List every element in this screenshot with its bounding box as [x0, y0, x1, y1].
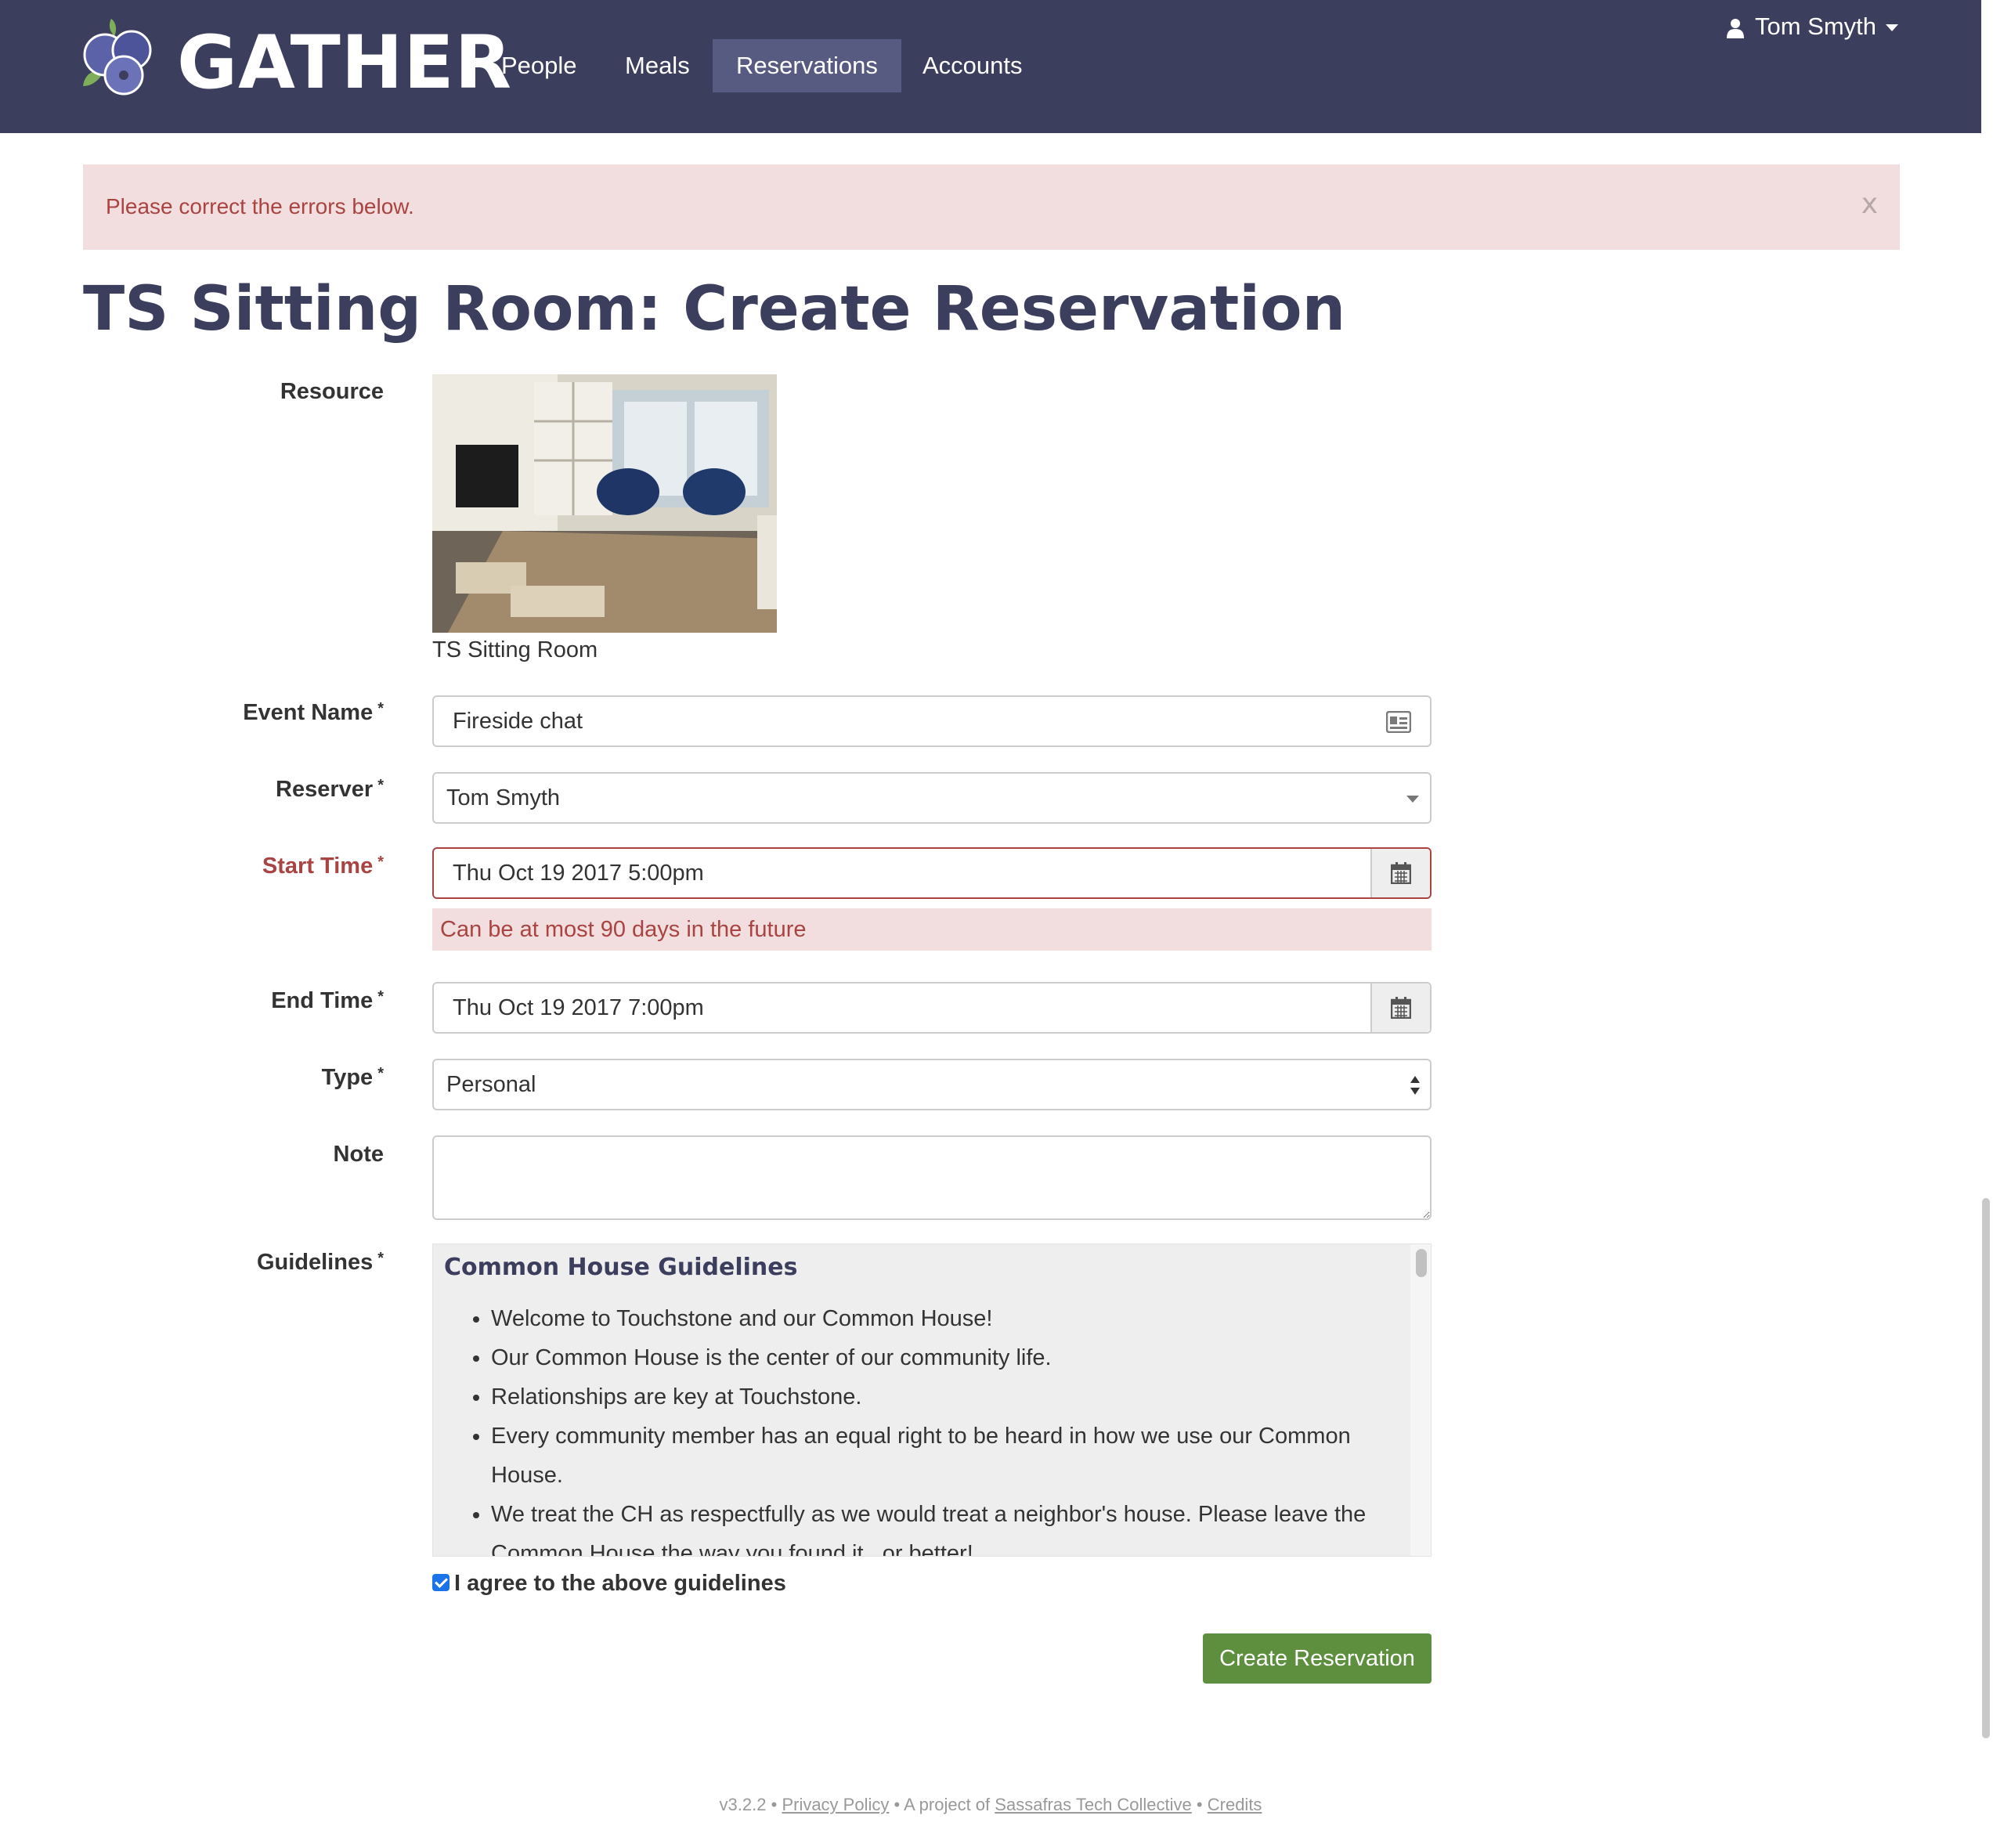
- guidelines-label: Guidelines *: [256, 1250, 384, 1275]
- note-textarea[interactable]: [432, 1135, 1432, 1220]
- user-name: Tom Smyth: [1755, 13, 1877, 40]
- list-item: Our Common House is the center of our co…: [491, 1338, 1415, 1377]
- alert-message: Please correct the errors below.: [106, 194, 414, 218]
- footer: v3.2.2 • Privacy Policy • A project of S…: [719, 1795, 1262, 1814]
- list-item: Relationships are key at Touchstone.: [491, 1377, 1415, 1417]
- nav-meals[interactable]: Meals: [601, 39, 713, 92]
- guidelines-box[interactable]: Common House Guidelines Welcome to Touch…: [432, 1243, 1432, 1557]
- project-prefix: A project of: [904, 1795, 991, 1814]
- end-time-input[interactable]: Thu Oct 19 2017 7:00pm: [432, 982, 1432, 1034]
- guidelines-list: Welcome to Touchstone and our Common Hou…: [444, 1299, 1415, 1556]
- page-scrollbar[interactable]: [1982, 1198, 1990, 1738]
- end-time-calendar-button[interactable]: [1370, 984, 1430, 1032]
- start-time-input[interactable]: Thu Oct 19 2017 5:00pm: [432, 847, 1432, 899]
- create-reservation-button[interactable]: Create Reservation: [1203, 1633, 1432, 1684]
- guidelines-scrollbar[interactable]: [1410, 1244, 1431, 1556]
- reserver-select[interactable]: Tom Smyth: [432, 772, 1432, 824]
- agree-checkbox-row[interactable]: I agree to the above guidelines: [432, 1569, 786, 1597]
- close-icon[interactable]: x: [1861, 188, 1878, 220]
- resource-caption: TS Sitting Room: [432, 637, 598, 662]
- resource-label: Resource: [280, 379, 384, 404]
- privacy-policy-link[interactable]: Privacy Policy: [782, 1795, 889, 1814]
- list-item: Every community member has an equal righ…: [491, 1417, 1415, 1495]
- nav-reservations[interactable]: Reservations: [713, 39, 901, 92]
- start-time-calendar-button[interactable]: [1370, 849, 1430, 897]
- user-icon: [1727, 18, 1744, 38]
- user-menu[interactable]: Tom Smyth: [1727, 8, 1899, 45]
- start-time-error: Can be at most 90 days in the future: [432, 908, 1432, 951]
- brand-name[interactable]: GATHER: [177, 20, 512, 106]
- calendar-icon: [1391, 862, 1411, 884]
- chevron-down-icon: [1886, 24, 1899, 32]
- agree-label: I agree to the above guidelines: [454, 1571, 786, 1596]
- id-card-icon: [1386, 711, 1411, 733]
- guidelines-scroll-thumb[interactable]: [1416, 1249, 1427, 1277]
- list-item: Welcome to Touchstone and our Common Hou…: [491, 1299, 1415, 1338]
- credits-link[interactable]: Credits: [1208, 1795, 1262, 1814]
- page-title: TS Sitting Room: Create Reservation: [83, 274, 1346, 345]
- version: v3.2.2: [719, 1795, 767, 1814]
- nav-people[interactable]: People: [478, 39, 601, 92]
- note-label: Note: [333, 1142, 384, 1167]
- start-time-label: Start Time *: [262, 854, 384, 879]
- blueberry-logo-icon[interactable]: [81, 14, 169, 102]
- type-label: Type *: [321, 1065, 384, 1090]
- end-time-label: End Time *: [271, 988, 384, 1013]
- type-select[interactable]: Personal: [432, 1059, 1432, 1110]
- event-name-input[interactable]: Fireside chat: [432, 695, 1432, 747]
- list-item: We treat the CH as respectfully as we wo…: [491, 1495, 1415, 1556]
- reserver-label: Reserver *: [276, 777, 384, 802]
- chevron-down-icon: [1406, 796, 1419, 803]
- agree-checkbox[interactable]: [432, 1574, 450, 1592]
- calendar-icon: [1391, 997, 1411, 1019]
- error-alert: Please correct the errors below. x: [83, 164, 1900, 250]
- resource-photo: [432, 374, 777, 633]
- sassafras-link[interactable]: Sassafras Tech Collective: [995, 1795, 1192, 1814]
- nav-accounts[interactable]: Accounts: [899, 39, 1046, 92]
- guidelines-title: Common House Guidelines: [444, 1254, 798, 1281]
- updown-arrows-icon: [1410, 1076, 1420, 1095]
- event-name-label: Event Name *: [243, 700, 384, 725]
- top-navbar: GATHER People Meals Reservations Account…: [0, 0, 1981, 133]
